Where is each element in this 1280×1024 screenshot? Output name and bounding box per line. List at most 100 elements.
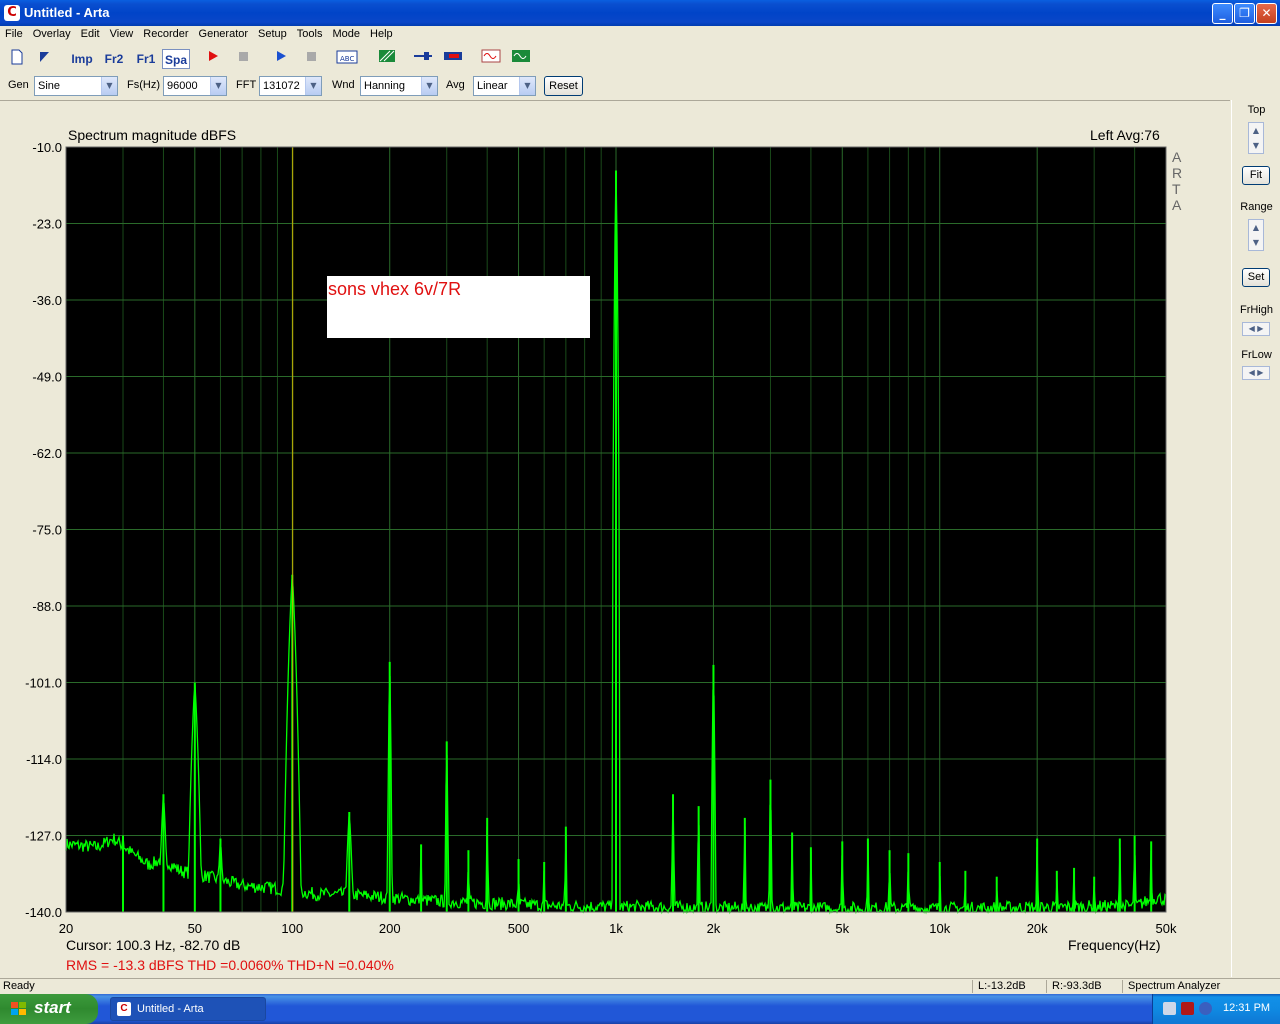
frhigh-spinner[interactable]: ◀ ▶: [1242, 322, 1270, 336]
new-file-icon[interactable]: [6, 49, 28, 69]
menu-tools[interactable]: Tools: [292, 26, 328, 40]
top-label: Top: [1247, 104, 1266, 116]
annotation-text: sons vhex 6v/7R: [328, 279, 461, 299]
avg-label: Avg: [446, 79, 465, 91]
taskbar-item-label: Untitled - Arta: [137, 1003, 204, 1015]
window-title: Untitled - Arta: [24, 5, 110, 20]
abc-icon[interactable]: ABC: [336, 49, 358, 69]
slider-icon[interactable]: [412, 49, 434, 69]
averaging-select[interactable]: Linear ▼: [473, 76, 536, 96]
generator-select[interactable]: Sine ▼: [34, 76, 118, 96]
chevron-down-icon[interactable]: ▼: [1249, 138, 1263, 153]
menu-bar: File Overlay Edit View Recorder Generator Setu…: [0, 26, 1280, 44]
menu-recorder[interactable]: Recorder: [138, 26, 193, 40]
window-value: Hanning: [364, 80, 405, 92]
menu-generator[interactable]: Generator: [194, 26, 254, 40]
chevron-up-icon[interactable]: ▲: [1249, 220, 1263, 235]
chevron-down-icon[interactable]: ▼: [210, 77, 226, 95]
range-spinner[interactable]: ▲ ▼: [1248, 219, 1264, 251]
status-ready: Ready: [3, 980, 35, 992]
chevron-up-icon[interactable]: ▲: [1249, 123, 1263, 138]
menu-edit[interactable]: Edit: [76, 26, 105, 40]
spa-mode-button[interactable]: Spa: [162, 49, 190, 69]
stop-generator-icon[interactable]: [300, 49, 322, 69]
reset-button[interactable]: Reset: [544, 76, 583, 96]
x-tick-label: 200: [379, 921, 401, 936]
fr1-mode-button[interactable]: Fr1: [132, 49, 160, 69]
fs-label: Fs(Hz): [127, 79, 160, 91]
chevron-down-icon[interactable]: ▼: [519, 77, 535, 95]
set-button[interactable]: Set: [1242, 268, 1270, 287]
frlow-spinner[interactable]: ◀ ▶: [1242, 366, 1270, 380]
fr2-mode-button[interactable]: Fr2: [100, 49, 128, 69]
start-label: start: [34, 998, 71, 1017]
chevron-down-icon[interactable]: ▼: [305, 77, 321, 95]
samplerate-select[interactable]: 96000 ▼: [163, 76, 227, 96]
imp-mode-button[interactable]: Imp: [68, 49, 96, 69]
x-tick-label: 1k: [609, 921, 623, 936]
chevron-down-icon[interactable]: ▼: [1249, 235, 1263, 250]
y-tick-label: -75.0: [32, 523, 62, 538]
fit-button[interactable]: Fit: [1242, 166, 1270, 185]
y-tick-label: -140.0: [25, 905, 62, 920]
chart-title: Spectrum magnitude dBFS: [68, 127, 237, 143]
x-tick-label: 10k: [929, 921, 950, 936]
svg-text:ABC: ABC: [340, 55, 354, 63]
menu-help[interactable]: Help: [365, 26, 398, 40]
open-icon[interactable]: [34, 49, 56, 69]
status-separator: [1046, 980, 1047, 993]
close-button[interactable]: ✕: [1256, 3, 1277, 24]
x-tick-label: 2k: [707, 921, 721, 936]
waveform-icon[interactable]: [480, 49, 502, 69]
maximize-button[interactable]: ❐: [1234, 3, 1255, 24]
arta-app-icon[interactable]: C: [4, 5, 20, 21]
x-tick-label: 5k: [835, 921, 849, 936]
frhigh-label: FrHigh: [1239, 304, 1273, 316]
status-separator: [972, 980, 973, 993]
stop-icon[interactable]: [232, 49, 254, 69]
menu-view[interactable]: View: [105, 26, 139, 40]
taskbar-item-arta[interactable]: C Untitled - Arta: [110, 997, 266, 1021]
color-bar-icon[interactable]: [442, 49, 464, 69]
top-spinner[interactable]: ▲ ▼: [1248, 122, 1264, 154]
status-mode: Spectrum Analyzer: [1128, 980, 1221, 992]
minimize-button[interactable]: _: [1212, 3, 1233, 24]
y-tick-label: -114.0: [26, 752, 62, 767]
antivirus-icon[interactable]: [1199, 1002, 1212, 1015]
status-left-level: L:-13.2dB: [978, 980, 1026, 992]
network-icon[interactable]: [1163, 1002, 1176, 1015]
chevron-down-icon[interactable]: ▼: [421, 77, 437, 95]
fft-size-value: 131072: [263, 80, 300, 92]
toolbar: Imp Fr2 Fr1 Spa ABC: [0, 46, 1280, 72]
window-select[interactable]: Hanning ▼: [360, 76, 438, 96]
record-play-icon[interactable]: [202, 49, 224, 69]
channel-average-label: Left Avg:76: [1090, 127, 1160, 143]
fft-label: FFT: [236, 79, 257, 91]
x-axis-label: Frequency(Hz): [1068, 937, 1161, 953]
menu-file[interactable]: File: [0, 26, 28, 40]
range-label: Range: [1240, 201, 1273, 213]
control-row: Gen Sine ▼ Fs(Hz) 96000 ▼ FFT 131072 ▼ W…: [0, 73, 1280, 99]
start-button[interactable]: start: [0, 994, 98, 1024]
spectrum-chart[interactable]: -10.0 -23.0 -36.0 -49.0 -62.0 -75.0 -88.0 -101.…: [0, 101, 1230, 978]
scope-icon[interactable]: [510, 49, 532, 69]
status-separator: [1122, 980, 1123, 993]
arta-watermark: ARTA: [1172, 149, 1183, 213]
rms-thd-readout: RMS = -13.3 dBFS THD =0.0060% THD+N =0.0…: [66, 957, 394, 973]
menu-overlay[interactable]: Overlay: [28, 26, 76, 40]
fft-size-select[interactable]: 131072 ▼: [259, 76, 322, 96]
status-bar: Ready L:-13.2dB R:-93.3dB Spectrum Analy…: [0, 978, 1280, 994]
wnd-label: Wnd: [332, 79, 355, 91]
menu-setup[interactable]: Setup: [253, 26, 292, 40]
chevron-down-icon[interactable]: ▼: [101, 77, 117, 95]
x-tick-label: 500: [508, 921, 530, 936]
x-tick-label: 20: [59, 921, 73, 936]
generator-value: Sine: [38, 80, 61, 92]
menu-mode[interactable]: Mode: [327, 26, 365, 40]
shield-icon[interactable]: [1181, 1002, 1194, 1015]
averaging-value: Linear: [477, 80, 508, 92]
play-icon[interactable]: [270, 49, 292, 69]
cursor-readout: Cursor: 100.3 Hz, -82.70 dB: [66, 937, 241, 953]
hatch-icon[interactable]: [376, 49, 398, 69]
spectrum-plot-panel: -10.0 -23.0 -36.0 -49.0 -62.0 -75.0 -88.0 -101.…: [0, 100, 1230, 977]
